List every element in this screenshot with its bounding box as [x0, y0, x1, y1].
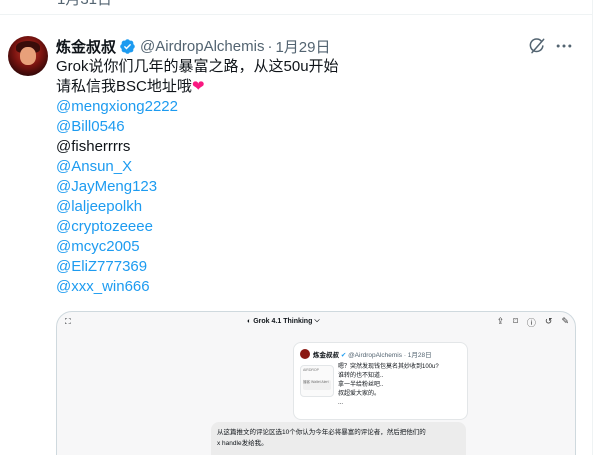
more-icon[interactable] [554, 36, 574, 56]
mention-text[interactable]: @cryptozeeee [56, 218, 153, 235]
embedded-line: 叔超爱大家的。 [338, 391, 381, 397]
embedded-display-name: 炼金叔叔 [313, 352, 339, 359]
thumb-header: AIRDROP [303, 368, 319, 372]
grok-model-label: Grok 4.1 Thinking [253, 317, 313, 325]
avatar-face [20, 47, 36, 65]
mention-link[interactable]: @mcyc2005 [56, 237, 576, 257]
embedded-line: 谁转的也不知道.. [338, 373, 384, 379]
embedded-line: ... [338, 400, 344, 406]
user-prompt-bubble: 从这篇推文的评论区选10个你认为今年必将暴富的评论者，然后把他们的 x hand… [211, 422, 466, 455]
mention-link[interactable]: @mengxiong2222 [56, 97, 576, 117]
tweet-line-text: 请私信我BSC地址哦 [56, 78, 192, 95]
mention-link[interactable]: @EliZ777369 [56, 257, 576, 277]
mention-link[interactable]: @Ansun_X [56, 157, 576, 177]
mention-link[interactable]: @JayMeng123 [56, 177, 576, 197]
grok-small-icon: ◐ [247, 317, 252, 325]
tweet-date[interactable]: 1月29日 [275, 36, 330, 57]
tweet-line: @fisherrrrs [56, 137, 576, 157]
share-icon: ⇪ [496, 316, 505, 326]
mention-link[interactable]: @Bill0546 [56, 117, 576, 137]
embedded-tweet: 炼金叔叔 ✔ @AirdropAlchemis · 1月28日 AIRDROP … [293, 342, 468, 420]
history-icon: ↺ [544, 316, 553, 326]
embedded-thumbnail: AIRDROP 播客 Wallet Alert [300, 365, 334, 397]
prompt-line: x handle发给我。 [217, 440, 268, 447]
edit-icon: ✎ [561, 316, 569, 326]
mention-text[interactable]: @Bill0546 [56, 118, 125, 135]
tweet-media-image[interactable]: ⛶ ◐ Grok 4.1 Thinking ⌵ ⇪ ⌑ ⓘ ↺ ✎ 炼金叔叔 ✔… [56, 311, 576, 455]
mention-link[interactable]: @laljeepolkh [56, 197, 576, 217]
embedded-tweet-header: 炼金叔叔 ✔ @AirdropAlchemis · 1月28日 [313, 349, 432, 359]
author-display-name[interactable]: 炼金叔叔 [56, 36, 116, 57]
grok-model-title: ◐ Grok 4.1 Thinking ⌵ [247, 317, 320, 325]
mention-text[interactable]: @Ansun_X [56, 158, 132, 175]
mention-text[interactable]: @JayMeng123 [56, 178, 157, 195]
embedded-tweet-text: 嗯？突然发现钱包莫名其妙收到100u? 谁转的也不知道.. 拿一半给粉丝吧.. … [338, 363, 439, 408]
embedded-line: 嗯？突然发现钱包莫名其妙收到100u? [338, 364, 439, 370]
tweet-text: Grok说你们几年的暴富之路，从这50u开始 请私信我BSC地址哦❤ @meng… [56, 57, 576, 297]
previous-tweet-date: 1月31日 [57, 0, 112, 8]
grok-toolbar-icons: ⇪ ⌑ ⓘ ↺ ✎ [497, 316, 569, 329]
mention-link[interactable]: @cryptozeeee [56, 217, 576, 237]
tweet-line-text: Grok说你们几年的暴富之路，从这50u开始 [56, 58, 339, 75]
expand-icon: ⛶ [65, 317, 71, 326]
avatar[interactable] [8, 36, 48, 76]
embedded-date: 1月28日 [407, 352, 432, 359]
verified-badge-icon: ✔ [340, 352, 347, 359]
header-separator: · [267, 37, 273, 55]
info-icon: ⓘ [526, 318, 536, 328]
bookmark-icon: ⌑ [513, 316, 518, 326]
thumb-label: 播客 [303, 380, 310, 384]
verified-badge-icon [120, 38, 135, 54]
embedded-avatar [300, 349, 310, 359]
thumb-sublabel: Wallet Alert [310, 380, 329, 384]
tweet-header: 炼金叔叔 @AirdropAlchemis · 1月29日 [56, 36, 330, 56]
embedded-handle: @AirdropAlchemis [348, 352, 402, 359]
mention-text[interactable]: @EliZ777369 [56, 258, 147, 275]
author-handle[interactable]: @AirdropAlchemis [140, 38, 264, 55]
tweet-line: Grok说你们几年的暴富之路，从这50u开始 [56, 57, 576, 77]
tweet-line: 请私信我BSC地址哦❤ [56, 77, 576, 97]
mention-text[interactable]: @xxx_win666 [56, 278, 150, 295]
mention-text[interactable]: @mengxiong2222 [56, 98, 178, 115]
mention-link[interactable]: @xxx_win666 [56, 277, 576, 297]
chevron-down-icon: ⌵ [314, 317, 320, 324]
heart-emoji-icon: ❤ [191, 78, 205, 95]
thumb-bar: 播客 Wallet Alert [303, 380, 331, 390]
embedded-separator: · [403, 352, 406, 359]
tweet-divider [0, 14, 593, 15]
grok-icon[interactable] [527, 36, 547, 56]
grok-toolbar: ⛶ ◐ Grok 4.1 Thinking ⌵ ⇪ ⌑ ⓘ ↺ ✎ [57, 312, 575, 332]
mention-text[interactable]: @laljeepolkh [56, 198, 142, 215]
tweet-line-text: @fisherrrrs [56, 138, 131, 155]
prompt-line: 从这篇推文的评论区选10个你认为今年必将暴富的评论者，然后把他们的 [217, 429, 426, 436]
embedded-line: 拿一半给粉丝吧.. [338, 382, 384, 388]
mention-text[interactable]: @mcyc2005 [56, 238, 140, 255]
